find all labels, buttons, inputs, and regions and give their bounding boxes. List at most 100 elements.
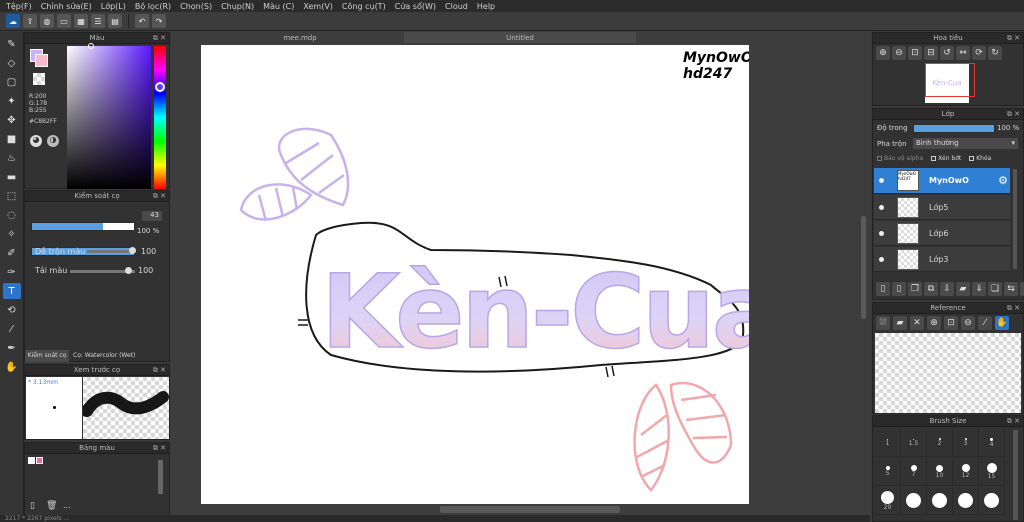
brush-tool-icon[interactable]: ✎ [3,36,21,52]
rotate-right-icon[interactable]: ↻ [988,46,1002,60]
layer-row[interactable]: Lớp5 [874,195,1010,220]
panel-controls-icon[interactable]: ⧉ ✕ [1007,304,1020,313]
blend-slider[interactable] [87,250,135,253]
move-tool-icon[interactable]: ✥ [3,112,21,128]
pen-tool-icon[interactable]: ✒ [3,340,21,356]
transform-tool-icon[interactable]: ⟲ [3,302,21,318]
comment-icon[interactable]: ◍ [40,14,54,28]
clipping-checkbox[interactable]: Xén bớt [931,155,961,162]
brush-control-tab[interactable]: Kiểm soát cọ [25,350,69,362]
brush-size-cell[interactable]: 4 [979,429,1005,457]
brush-size-cell[interactable]: 1 [875,429,901,457]
rotate-reset-icon[interactable]: ⟳ [972,46,986,60]
brush-size-cell[interactable]: 20 [875,487,901,515]
menu-view[interactable]: Xem(V) [303,2,333,11]
menu-capture[interactable]: Chụp(N) [221,2,254,11]
rotate-left-icon[interactable]: ↺ [940,46,954,60]
zoom-out-icon[interactable]: ⊖ [961,316,975,330]
brush-size-cell[interactable]: 3 [953,429,979,457]
layer-blend-select[interactable]: Bình thường ▾ [913,138,1018,149]
brush-size-cell[interactable]: 10 [927,458,953,486]
menu-color[interactable]: Màu (C) [263,2,294,11]
new-swatch-icon[interactable]: ▯ [30,501,35,511]
menu-file[interactable]: Tệp(F) [6,2,32,11]
grid-icon[interactable]: ▦ [74,14,88,28]
text-tool-icon[interactable]: T [2,283,21,299]
layer-row[interactable]: MynOwO hd247 MynOwO ⚙ [874,168,1010,194]
lasso-tool-icon[interactable]: ◌ [3,207,21,223]
magic-tool-icon[interactable]: ✦ [3,93,21,109]
background-color-swatch[interactable] [35,54,48,67]
undo-icon[interactable]: ↶ [135,14,149,28]
actual-size-icon[interactable]: ⊟ [924,46,938,60]
palette-more[interactable]: ... [63,501,71,510]
export-icon[interactable]: ⇪ [23,14,37,28]
hue-cursor[interactable] [155,82,165,92]
visibility-eye-icon[interactable] [879,178,884,183]
new-layer-icon[interactable]: ▯ [876,282,890,296]
clone-icon[interactable]: ❏ [988,282,1002,296]
visibility-eye-icon[interactable] [879,204,884,210]
import-layer-icon[interactable]: ⇩ [940,282,954,296]
panel-controls-icon[interactable]: ⧉ ✕ [153,34,166,43]
open-folder-icon[interactable]: ▰ [893,316,907,330]
dropper-tool-icon[interactable]: ⁄ [3,321,21,337]
panel-controls-icon[interactable]: ⧉ ✕ [1007,417,1020,426]
zoom-in-icon[interactable]: ⊕ [927,316,941,330]
gradient-tool-icon[interactable]: ▬ [3,169,21,185]
navigator-viewport-frame[interactable] [925,63,975,97]
fit-icon[interactable]: ⊡ [944,316,958,330]
palette-swatch-pink[interactable] [36,457,43,464]
brush-size-cell[interactable]: 5 [875,458,901,486]
tab-mee-mdp[interactable]: mee.mdp [200,32,400,43]
horizontal-scrollbar[interactable] [440,506,620,513]
panel-controls-icon[interactable]: ⧉ ✕ [153,366,166,375]
new-layer-alt-icon[interactable]: ▯ [892,282,906,296]
menu-help[interactable]: Help [477,2,495,11]
layer-list-scrollbar[interactable] [1013,169,1017,269]
brush-size-cell[interactable] [901,487,927,515]
reference-image-area[interactable] [875,333,1021,413]
lock-checkbox[interactable]: Khóa [969,155,991,162]
brush-size-cell[interactable]: 2 [927,429,953,457]
flip-icon[interactable]: ⇔ [956,46,970,60]
delete-swatch-icon[interactable]: 🗑 [46,501,57,511]
hand-icon[interactable]: ✋ [995,316,1009,330]
visibility-eye-icon[interactable] [879,256,884,262]
menu-tools[interactable]: Công cụ(T) [342,2,386,11]
duplicate-layer-icon[interactable]: ⧉ [924,282,938,296]
brush-size-cell[interactable] [979,487,1005,515]
color-wheel-icon[interactable]: ◑ [47,135,59,147]
panel-controls-icon[interactable]: ⧉ ✕ [153,192,166,201]
brush-size-cell[interactable]: 1.5 [901,429,927,457]
brush-size-cell[interactable]: 12 [953,458,979,486]
fit-icon[interactable]: ⊡ [908,46,922,60]
zoom-out-icon[interactable]: ⊖ [892,46,906,60]
select-rect-tool-icon[interactable]: ⬚ [3,188,21,204]
brush-size-cell[interactable]: 15 [979,458,1005,486]
brush-size-cell[interactable]: 7 [901,458,927,486]
hand-tool-icon[interactable]: ✋ [3,359,21,375]
brush-size-scrollbar[interactable] [1013,430,1018,520]
gear-icon[interactable]: ⚙ [998,174,1008,187]
panel-controls-icon[interactable]: ⧉ ✕ [153,444,166,453]
palette-scrollbar[interactable] [158,460,163,494]
brush-name-tab[interactable]: Cọ: Watercolor (Wet) [73,350,135,362]
close-icon[interactable]: ✕ [910,316,924,330]
palette-swatch-white[interactable] [28,457,35,464]
merge-icon[interactable]: ⇓ [972,282,986,296]
transparent-swatch[interactable] [33,73,45,85]
cloud-icon[interactable]: ☁ [6,14,20,28]
copy-layer-icon[interactable]: ❐ [908,282,922,296]
tab-untitled[interactable]: Untitled [404,32,636,43]
brush-size-slider[interactable] [31,222,135,231]
palette-icon[interactable]: ◕ [30,135,42,147]
blend-slider-knob[interactable] [129,247,136,254]
visibility-eye-icon[interactable] [879,230,884,236]
transfer-icon[interactable]: ⇆ [1004,282,1018,296]
fill-rect-tool-icon[interactable]: ■ [3,131,21,147]
menu-layer[interactable]: Lớp(L) [101,2,126,11]
brush-size-value[interactable]: 43 [142,211,162,221]
panel-controls-icon[interactable]: ⧉ ✕ [1007,34,1020,43]
dropper-icon[interactable]: ⁄ [978,316,992,330]
